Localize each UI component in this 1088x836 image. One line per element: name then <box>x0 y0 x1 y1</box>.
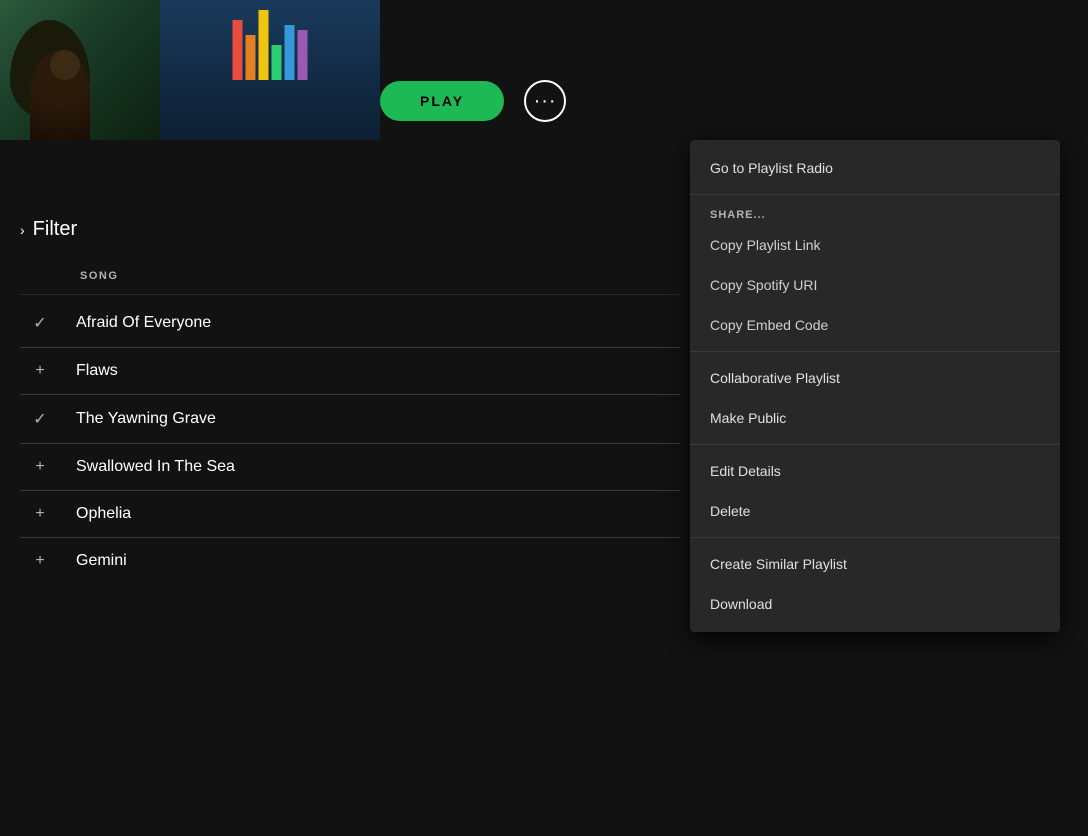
album-bar <box>272 45 282 80</box>
song-divider <box>20 490 680 491</box>
ellipsis-icon: ··· <box>534 90 557 113</box>
menu-item-create-similar[interactable]: Create Similar Playlist <box>690 544 1060 584</box>
menu-item-copy-embed[interactable]: Copy Embed Code <box>690 305 1060 345</box>
song-list: SONG ✓ Afraid Of Everyone + Flaws ✓ The Yawni… <box>20 270 680 580</box>
checkmark-icon: ✓ <box>20 409 60 429</box>
menu-item-make-public[interactable]: Make Public <box>690 398 1060 438</box>
song-title: The Yawning Grave <box>76 410 216 428</box>
plus-icon: + <box>20 362 60 380</box>
plus-icon: + <box>20 458 60 476</box>
list-item[interactable]: + Gemini <box>20 542 680 580</box>
song-divider <box>20 537 680 538</box>
menu-divider <box>690 444 1060 445</box>
menu-item-edit-details[interactable]: Edit Details <box>690 451 1060 491</box>
filter-label: Filter <box>33 218 77 241</box>
list-item[interactable]: ✓ Afraid Of Everyone <box>20 303 680 343</box>
list-item[interactable]: + Swallowed In The Sea <box>20 448 680 486</box>
album-art-center <box>160 0 380 140</box>
album-bars <box>233 10 308 80</box>
filter-chevron-icon: › <box>20 222 25 238</box>
menu-item-delete[interactable]: Delete <box>690 491 1060 531</box>
list-item[interactable]: + Flaws <box>20 352 680 390</box>
album-bar <box>259 10 269 80</box>
more-options-button[interactable]: ··· <box>524 80 566 122</box>
album-bar <box>285 25 295 80</box>
album-bar <box>233 20 243 80</box>
menu-item-collab[interactable]: Collaborative Playlist <box>690 358 1060 398</box>
song-divider <box>20 394 680 395</box>
plus-icon: + <box>20 552 60 570</box>
song-title: Afraid Of Everyone <box>76 314 211 332</box>
menu-divider <box>690 351 1060 352</box>
song-items-container: ✓ Afraid Of Everyone + Flaws ✓ The Yawning Gr… <box>20 303 680 580</box>
song-title: Gemini <box>76 552 127 570</box>
plus-icon: + <box>20 505 60 523</box>
album-bar <box>298 30 308 80</box>
toolbar: PLAY ··· <box>380 80 566 122</box>
song-title: Ophelia <box>76 505 131 523</box>
album-art-left <box>0 0 160 140</box>
album-bar <box>246 35 256 80</box>
filter-area[interactable]: › Filter <box>20 218 77 241</box>
song-divider <box>20 347 680 348</box>
list-item[interactable]: + Ophelia <box>20 495 680 533</box>
song-title: Flaws <box>76 362 118 380</box>
song-title: Swallowed In The Sea <box>76 458 235 476</box>
context-menu: Go to Playlist Radio Share...Copy Playlis… <box>690 140 1060 632</box>
menu-divider <box>690 537 1060 538</box>
checkmark-icon: ✓ <box>20 313 60 333</box>
menu-item-download[interactable]: Download <box>690 584 1060 624</box>
play-button[interactable]: PLAY <box>380 81 504 121</box>
menu-item-copy-uri[interactable]: Copy Spotify URI <box>690 265 1060 305</box>
menu-section-header: Share... <box>690 201 1060 225</box>
menu-item-goto-radio[interactable]: Go to Playlist Radio <box>690 148 1060 188</box>
list-item[interactable]: ✓ The Yawning Grave <box>20 399 680 439</box>
menu-item-copy-link[interactable]: Copy Playlist Link <box>690 225 1060 265</box>
song-divider <box>20 443 680 444</box>
menu-divider <box>690 194 1060 195</box>
song-column-header: SONG <box>20 270 680 295</box>
